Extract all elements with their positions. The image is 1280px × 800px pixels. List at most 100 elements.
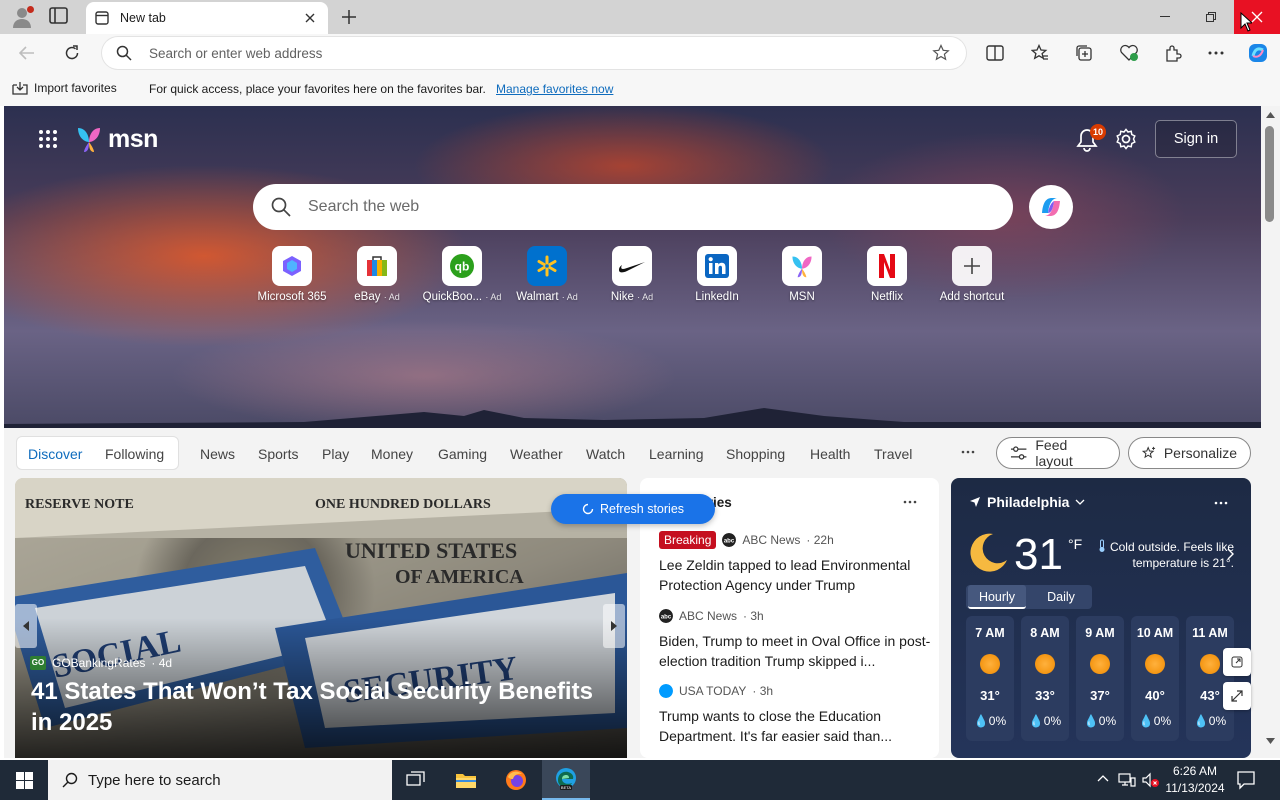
tab-discover[interactable]: Discover	[28, 446, 82, 462]
task-view-button[interactable]	[392, 760, 440, 800]
svg-text:UNITED STATES: UNITED STATES	[345, 538, 517, 563]
minimize-button[interactable]	[1142, 0, 1188, 34]
more-nav-button[interactable]	[958, 444, 978, 460]
notifications-button[interactable]: 10	[1076, 124, 1106, 152]
nav-item-weather[interactable]: Weather	[510, 446, 563, 462]
msn-icon	[782, 246, 822, 286]
sign-in-button[interactable]: Sign in	[1155, 120, 1237, 158]
story-item[interactable]: USA TODAY · 3h Trump wants to close the …	[659, 681, 931, 746]
system-clock[interactable]: 6:26 AM 11/13/2024	[1160, 763, 1230, 797]
browser-essentials-button[interactable]	[1116, 41, 1142, 65]
shortcut-msn[interactable]: MSN	[758, 246, 846, 303]
carousel-prev-button[interactable]	[15, 604, 37, 648]
add-shortcut-button[interactable]: Add shortcut	[928, 246, 1016, 303]
shortcut-label: Add shortcut	[939, 291, 1005, 303]
import-favorites-button[interactable]: Import favorites	[12, 81, 117, 95]
nav-item-travel[interactable]: Travel	[874, 446, 912, 462]
tab-hourly[interactable]: Hourly	[968, 585, 1026, 609]
scrollbar-thumb[interactable]	[1265, 126, 1274, 222]
forecast-temp: 31°	[980, 688, 1000, 703]
hero-story-card[interactable]: SOCIAL SECURITY ONE HUNDRED DOLLARS UNIT…	[15, 478, 627, 758]
scroll-up-icon[interactable]	[1266, 112, 1275, 118]
nav-item-learning[interactable]: Learning	[649, 446, 704, 462]
web-search-box[interactable]: Search the web	[253, 184, 1013, 230]
forecast-precip: 💧0%	[973, 714, 1007, 728]
chevron-up-icon[interactable]	[1097, 774, 1109, 782]
nav-item-watch[interactable]: Watch	[586, 446, 625, 462]
hero-story-headline[interactable]: 41 States That Won’t Tax Social Security…	[31, 676, 601, 738]
nav-item-sports[interactable]: Sports	[258, 446, 298, 462]
notification-center-icon[interactable]	[1236, 770, 1256, 790]
svg-text:abc: abc	[661, 615, 672, 621]
favorite-star-icon[interactable]	[932, 44, 950, 62]
nav-item-play[interactable]: Play	[322, 446, 349, 462]
restore-button[interactable]	[1188, 0, 1234, 34]
nav-item-health[interactable]: Health	[810, 446, 850, 462]
shortcut-microsoft-365[interactable]: Microsoft 365	[248, 246, 336, 303]
carousel-next-button[interactable]	[603, 604, 625, 648]
taskbar-search-box[interactable]: Type here to search	[48, 760, 392, 800]
apps-launcher-button[interactable]	[38, 129, 58, 149]
tab-following[interactable]: Following	[105, 446, 164, 462]
tab-actions-button[interactable]	[48, 6, 72, 28]
nav-item-news[interactable]: News	[200, 446, 235, 462]
current-temperature: 31	[1014, 530, 1063, 579]
nav-item-gaming[interactable]: Gaming	[438, 446, 487, 462]
split-screen-button[interactable]	[982, 41, 1008, 65]
chevron-right-icon[interactable]	[1227, 548, 1235, 560]
page-scrollbar[interactable]	[1261, 106, 1280, 758]
nav-item-money[interactable]: Money	[371, 446, 413, 462]
shortcut-ebay[interactable]: eBay · Ad	[333, 246, 421, 303]
shortcut-linkedin[interactable]: LinkedIn	[673, 246, 761, 303]
weather-more-button[interactable]	[1213, 496, 1229, 510]
tab-new-tab[interactable]: New tab	[86, 2, 328, 34]
manage-favorites-link[interactable]: Manage favorites now	[496, 82, 613, 96]
network-icon[interactable]	[1118, 772, 1136, 788]
forecast-precip: 💧0%	[1193, 714, 1227, 728]
extensions-button[interactable]	[1160, 41, 1186, 65]
weather-condition-text[interactable]: Cold outside. Feels like temperature is …	[1092, 539, 1234, 571]
settings-menu-button[interactable]	[1203, 41, 1229, 65]
feed-layout-button[interactable]: Feed layout	[996, 437, 1120, 469]
tab-daily[interactable]: Daily	[1032, 585, 1090, 609]
collections-button[interactable]	[1071, 41, 1097, 65]
favorites-button[interactable]	[1027, 41, 1053, 65]
msn-logo[interactable]: msn	[74, 124, 158, 154]
mouse-cursor-icon	[1240, 12, 1252, 32]
top-stories-more-button[interactable]	[902, 495, 918, 509]
weather-card: Philadelphia 31 °F Cold outside. Feels l…	[951, 478, 1251, 758]
file-explorer-button[interactable]	[442, 760, 490, 800]
open-weather-link-button[interactable]	[1223, 648, 1251, 676]
svg-text:RESERVE NOTE: RESERVE NOTE	[25, 497, 134, 512]
shortcut-walmart[interactable]: Walmart · Ad	[503, 246, 591, 303]
story-item[interactable]: Breaking abc ABC News · 22h Lee Zeldin t…	[659, 530, 931, 595]
copilot-button[interactable]	[1029, 185, 1073, 229]
copilot-sidebar-button[interactable]	[1245, 41, 1271, 65]
start-button[interactable]	[0, 760, 48, 800]
firefox-button[interactable]	[492, 760, 540, 800]
new-tab-button[interactable]	[338, 6, 360, 28]
scroll-down-icon[interactable]	[1266, 738, 1275, 744]
nav-item-shopping[interactable]: Shopping	[726, 446, 785, 462]
tab-actions-icon	[49, 7, 68, 24]
page-settings-button[interactable]	[1115, 128, 1139, 152]
mountain-silhouette	[4, 408, 1261, 428]
back-arrow-icon	[19, 46, 34, 60]
linkedin-icon	[697, 246, 737, 286]
shortcut-nike[interactable]: Nike · Ad	[588, 246, 676, 303]
story-item[interactable]: abc ABC News · 3h Biden, Trump to meet i…	[659, 606, 931, 671]
personalize-button[interactable]: Personalize	[1128, 437, 1251, 469]
shortcut-quickbooks[interactable]: qb QuickBoo... · Ad	[418, 246, 506, 303]
weather-location-selector[interactable]: Philadelphia	[969, 494, 1085, 510]
close-tab-icon[interactable]	[302, 10, 318, 26]
edge-beta-button[interactable]: BETA	[542, 760, 590, 800]
profile-button[interactable]	[10, 5, 34, 29]
shortcut-netflix[interactable]: Netflix	[843, 246, 931, 303]
refresh-stories-button[interactable]: Refresh stories	[551, 494, 715, 524]
expand-weather-button[interactable]	[1223, 682, 1251, 710]
address-bar[interactable]: Search or enter web address	[102, 37, 966, 69]
refresh-button[interactable]	[59, 41, 85, 65]
back-button[interactable]	[14, 41, 40, 65]
svg-text:ONE HUNDRED DOLLARS: ONE HUNDRED DOLLARS	[315, 497, 491, 512]
volume-muted-icon[interactable]	[1142, 772, 1160, 788]
